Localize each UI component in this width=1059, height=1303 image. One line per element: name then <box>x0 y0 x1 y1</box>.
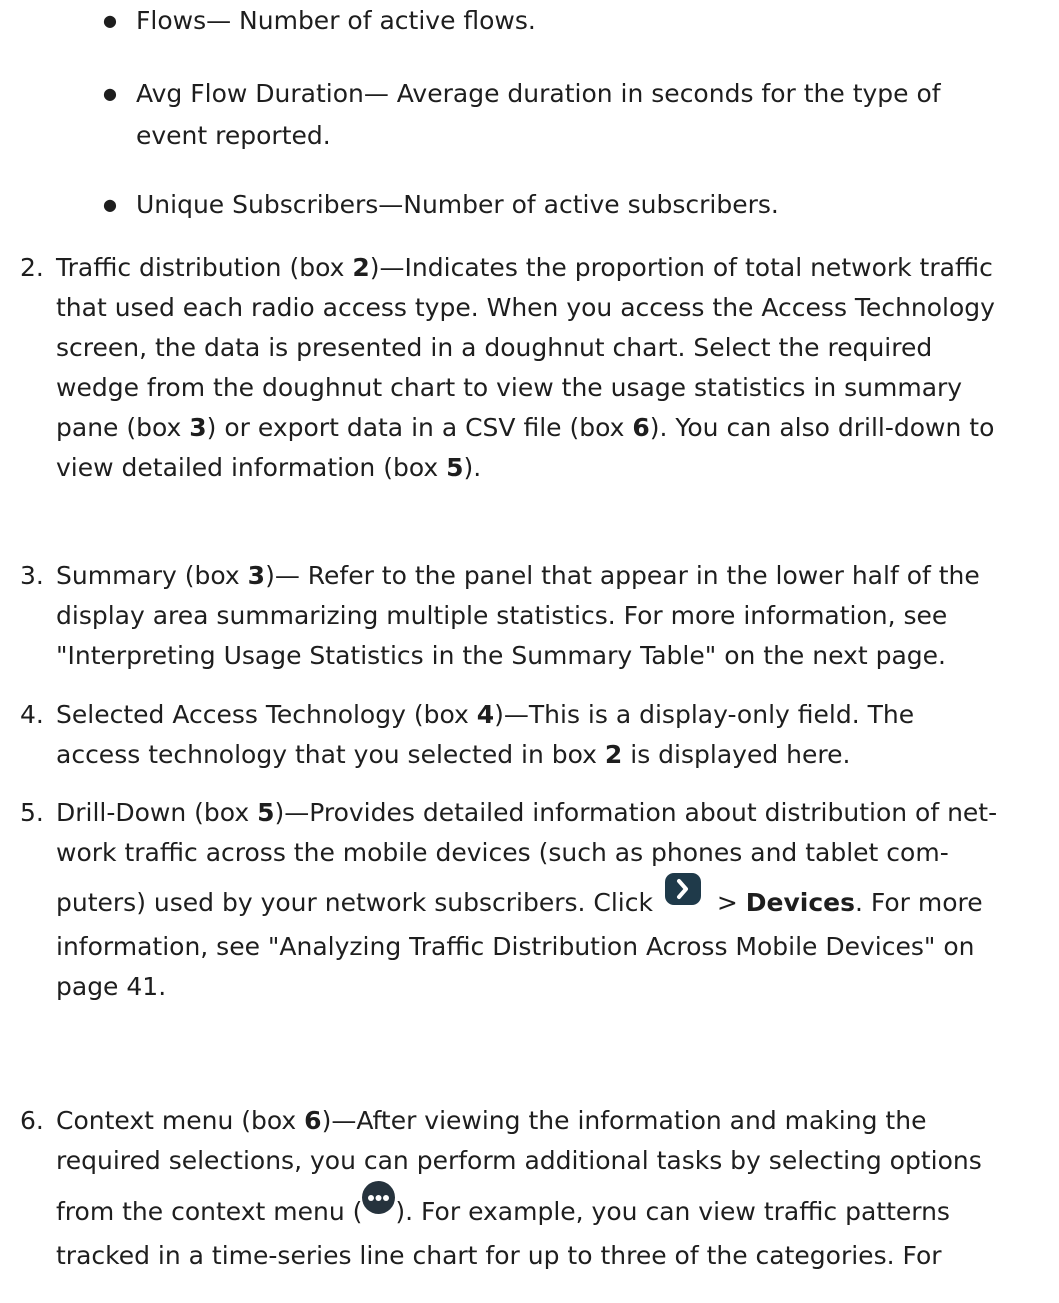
text-line: required selections, you can perform add… <box>56 1146 982 1175</box>
text-line: pane (box 3) or export data in a CSV fil… <box>56 413 995 442</box>
bullet-text: Flows— Number of active flows. <box>136 6 536 35</box>
item-body: Drill-Down (box 5)—Provides detailed inf… <box>56 793 1056 1007</box>
item-body: Selected Access Technology (box 4)—This … <box>56 695 1056 775</box>
item-number: 6. <box>20 1106 44 1135</box>
item-body: Context menu (box 6)—After viewing the i… <box>56 1101 1056 1276</box>
item-body: Traffic distribution (box 2)—Indicates t… <box>56 248 1056 488</box>
text-line: information, see "Analyzing Traffic Dist… <box>56 932 975 961</box>
item-number: 2. <box>20 253 44 282</box>
text-line: view detailed information (box 5). <box>56 453 482 482</box>
text-line: tracked in a time-series line chart for … <box>56 1241 942 1270</box>
text-line: page 41. <box>56 972 167 1001</box>
text-line: that used each radio access type. When y… <box>56 293 995 322</box>
text-line: Summary (box 3)— Refer to the panel that… <box>56 561 980 590</box>
text-line: "Interpreting Usage Statistics in the Su… <box>56 641 946 670</box>
item-number: 4. <box>20 700 44 729</box>
text-line: wedge from the doughnut chart to view th… <box>56 373 963 402</box>
bullet-dot: ● <box>103 195 117 214</box>
text-line: puters) used by your network subscribers… <box>56 873 1056 927</box>
bullet-text: Avg Flow Duration— Average duration in s… <box>136 79 941 150</box>
text-line: Traffic distribution (box 2)—Indicates t… <box>56 253 993 282</box>
text-line: work traffic across the mobile devices (… <box>56 838 949 867</box>
text-line: Drill-Down (box 5)—Provides detailed inf… <box>56 798 998 827</box>
text-line: screen, the data is presented in a dough… <box>56 333 933 362</box>
text-line: Selected Access Technology (box 4)—This … <box>56 700 915 729</box>
text-line: display area summarizing multiple statis… <box>56 601 948 630</box>
bullet-dot: ● <box>103 84 117 103</box>
item-number: 5. <box>20 798 44 827</box>
text-line: Context menu (box 6)—After viewing the i… <box>56 1106 927 1135</box>
chevron-right-icon <box>664 873 701 905</box>
bullet-dot: ● <box>103 11 117 30</box>
more-dots-icon <box>362 1181 396 1214</box>
text-line: from the context menu (). For example, y… <box>56 1181 1056 1236</box>
bullet-text: Unique Subscribers—Number of active subs… <box>136 190 779 219</box>
item-number: 3. <box>20 561 44 590</box>
text-line: access technology that you selected in b… <box>56 740 851 769</box>
item-body: Summary (box 3)— Refer to the panel that… <box>56 556 1056 676</box>
